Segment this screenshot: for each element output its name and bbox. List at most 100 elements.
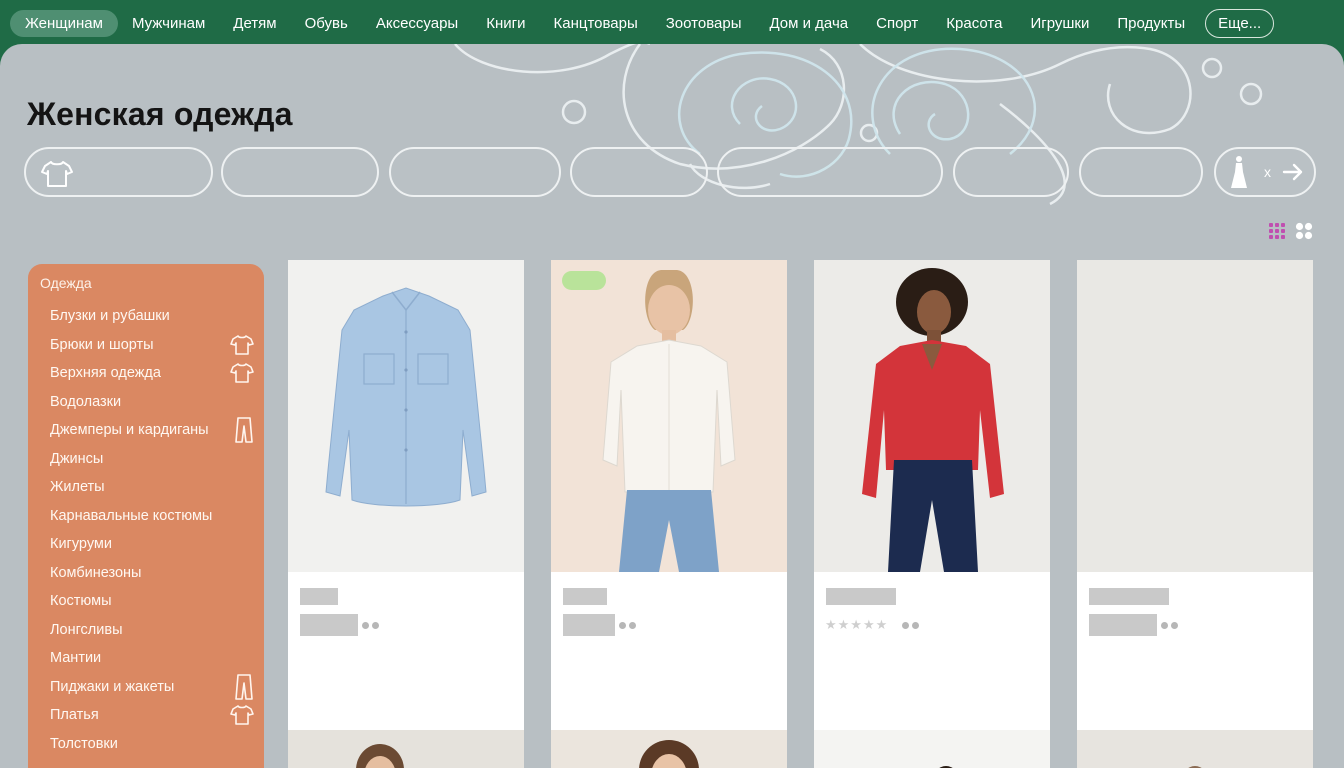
nav-item-accessories[interactable]: Аксессуары (362, 10, 472, 37)
placeholder-text (563, 588, 607, 605)
nav-item-sport[interactable]: Спорт (862, 10, 932, 37)
filter-chip-7[interactable] (1079, 147, 1203, 197)
main-panel: Женская одежда x Одежда Блузки и рубашки… (0, 44, 1344, 768)
product-card[interactable] (288, 730, 524, 768)
filter-chip-1[interactable] (24, 147, 213, 197)
product-image-woman-white-shirt (551, 260, 787, 572)
woman-red-blouse-illustration (862, 268, 1004, 572)
sidebar-item[interactable]: Блузки и рубашки (28, 302, 264, 331)
product-card[interactable] (551, 260, 787, 730)
nav-item-toys[interactable]: Игрушки (1016, 10, 1103, 37)
sidebar-item[interactable]: Джемперы и кардиганы (28, 416, 264, 445)
placeholder-price (563, 614, 615, 636)
product-card[interactable] (1077, 260, 1313, 730)
dot (629, 622, 636, 629)
sidebar-item[interactable]: Жилеты (28, 473, 264, 502)
product-image-partial (1188, 766, 1202, 768)
filter-chip-4[interactable] (570, 147, 708, 197)
product-card[interactable] (1077, 730, 1313, 768)
nav-item-home-garden[interactable]: Дом и дача (755, 10, 862, 37)
nav-item-stationery[interactable]: Канцтовары (539, 10, 651, 37)
product-image-partial (356, 744, 404, 768)
dot (619, 622, 626, 629)
sidebar-item[interactable]: Водолазки (28, 388, 264, 417)
arrow-right-icon[interactable] (1282, 162, 1304, 182)
sidebar-item[interactable]: Брюки и шорты (28, 331, 264, 360)
sidebar-list: Блузки и рубашки Брюки и шорты Верхняя о… (28, 302, 264, 758)
product-card[interactable] (551, 730, 787, 768)
tshirt-icon (41, 161, 73, 187)
product-image-denim-shirt (288, 260, 524, 572)
sidebar-item[interactable]: Джинсы (28, 445, 264, 474)
dot (1171, 622, 1178, 629)
sidebar-item-label: Платья (50, 707, 99, 723)
decorative-swirl-background (454, 44, 1263, 206)
sidebar-item-label: Жилеты (50, 479, 105, 495)
top-navigation: Женщинам Мужчинам Детям Обувь Аксессуары… (0, 0, 1344, 46)
sidebar-item-label: Блузки и рубашки (50, 308, 170, 324)
sidebar-item-label: Пиджаки и жакеты (50, 678, 175, 695)
sidebar-item-label: Комбинезоны (50, 564, 142, 581)
sidebar-item[interactable]: Мантии (28, 644, 264, 673)
nav-item-women[interactable]: Женщинам (10, 9, 118, 37)
nav-item-shoes[interactable]: Обувь (291, 10, 362, 37)
sidebar-item-label: Водолазки (50, 393, 122, 410)
product-image-woman-red-blouse (814, 260, 1050, 572)
sidebar-item[interactable]: Карнавальные костюмы (28, 502, 264, 531)
grid-9-icon[interactable] (1268, 222, 1286, 240)
product-card[interactable] (288, 260, 524, 730)
sidebar-item[interactable]: Пиджаки и жакеты (28, 673, 264, 702)
sidebar-item[interactable]: Лонгсливы (28, 616, 264, 645)
filter-chip-6[interactable] (953, 147, 1069, 197)
dot (372, 622, 379, 629)
filter-chip-2[interactable] (221, 147, 379, 197)
nav-item-groceries[interactable]: Продукты (1103, 10, 1199, 37)
sidebar-item[interactable]: Верхняя одежда (28, 359, 264, 388)
nav-item-children[interactable]: Детям (219, 10, 290, 37)
sidebar-item-label: Джинсы (50, 450, 104, 467)
sidebar-item[interactable]: Костюмы (28, 587, 264, 616)
nav-item-books[interactable]: Книги (472, 10, 539, 37)
sidebar-item-label: Мантии (50, 650, 102, 666)
placeholder-price (1089, 614, 1157, 636)
filter-chip-5[interactable] (717, 147, 943, 197)
category-sidebar: Одежда Блузки и рубашки Брюки и шорты Ве… (28, 264, 264, 768)
placeholder-text (300, 588, 338, 605)
tshirt-icon (230, 334, 254, 355)
sidebar-item-label: Кигуруми (50, 536, 112, 552)
filter-chip-3[interactable] (389, 147, 561, 197)
sidebar-item-label: Толстовки (50, 735, 118, 752)
placeholder-text (826, 588, 896, 605)
dot (362, 622, 369, 629)
trousers-icon (235, 673, 253, 700)
sidebar-item[interactable]: Толстовки (28, 730, 264, 759)
sidebar-item[interactable]: Платья (28, 701, 264, 730)
chip-close-icon[interactable]: x (1264, 164, 1271, 180)
sidebar-item-label: Карнавальные костюмы (50, 507, 213, 524)
sidebar-item-label: Лонгсливы (50, 621, 123, 638)
product-image-partial (639, 740, 699, 768)
nav-item-beauty[interactable]: Красота (932, 10, 1016, 37)
product-image-empty (1077, 260, 1313, 572)
dot (1161, 622, 1168, 629)
product-card[interactable] (814, 730, 1050, 768)
product-card[interactable]: ★★★★★ (814, 260, 1050, 730)
trousers-icon (235, 417, 253, 443)
filter-chip-dress[interactable]: x (1214, 147, 1316, 197)
sidebar-item-label: Костюмы (50, 593, 112, 609)
nav-item-men[interactable]: Мужчинам (118, 10, 219, 37)
sidebar-item-label: Брюки и шорты (50, 336, 154, 353)
grid-4-icon[interactable] (1295, 222, 1313, 240)
sidebar-item-label: Верхняя одежда (50, 365, 161, 381)
placeholder-text (1089, 588, 1169, 605)
tshirt-icon (230, 363, 254, 383)
nav-item-pet-supplies[interactable]: Зоотовары (652, 10, 756, 37)
tshirt-icon (230, 705, 254, 725)
product-image-partial (939, 766, 953, 768)
sidebar-item-label: Джемперы и кардиганы (50, 422, 209, 438)
sidebar-item[interactable]: Комбинезоны (28, 559, 264, 588)
rating-stars: ★★★★★ (825, 617, 889, 632)
sidebar-item[interactable]: Кигуруми (28, 530, 264, 559)
nav-more-button[interactable]: Еще... (1205, 8, 1275, 38)
product-badge (562, 271, 606, 290)
